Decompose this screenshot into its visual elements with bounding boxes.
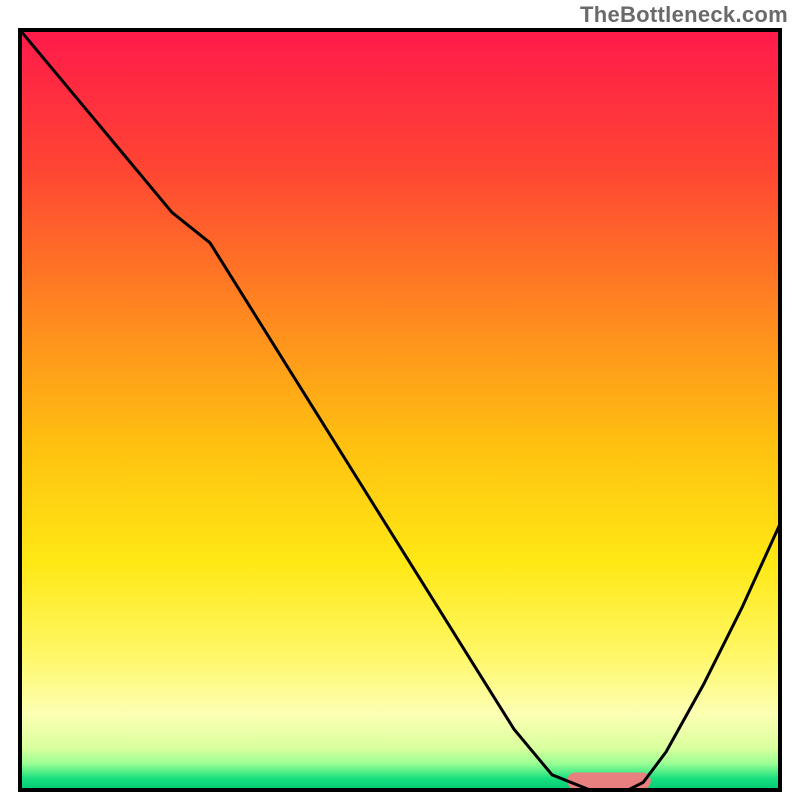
gradient-background xyxy=(20,30,780,790)
bottleneck-chart: TheBottleneck.com xyxy=(0,0,800,800)
watermark-text: TheBottleneck.com xyxy=(580,2,788,28)
chart-svg xyxy=(0,0,800,800)
